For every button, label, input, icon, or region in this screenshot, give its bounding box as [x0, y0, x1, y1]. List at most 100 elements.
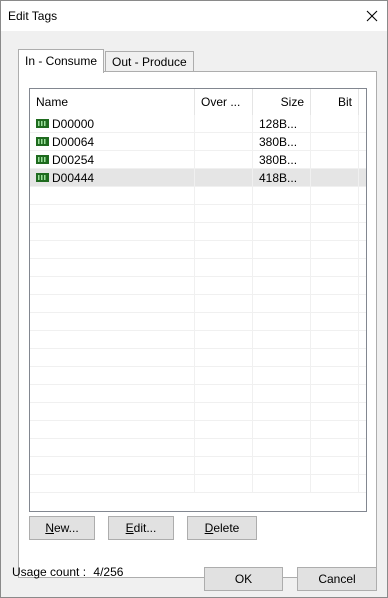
table-row[interactable]: D00000 128B...: [30, 115, 366, 133]
cell-name: [30, 295, 195, 313]
empty-row: [30, 439, 366, 457]
cell-over: [195, 223, 253, 241]
delete-button[interactable]: Delete: [187, 516, 257, 540]
cell-bit: [311, 169, 359, 187]
edit-button-label: dit...: [133, 521, 157, 535]
cell-size: [253, 187, 311, 205]
cell-over: [195, 295, 253, 313]
cell-over: [195, 277, 253, 295]
cell-size: [253, 223, 311, 241]
tag-icon: [36, 137, 49, 147]
cell-name: D00444: [30, 169, 195, 187]
close-icon: [366, 10, 378, 22]
cell-size: [253, 205, 311, 223]
tag-icon: [36, 119, 49, 129]
new-button[interactable]: New...: [29, 516, 95, 540]
cell-name: [30, 385, 195, 403]
empty-row: [30, 331, 366, 349]
cell-over: [195, 349, 253, 367]
cell-size: 380B...: [253, 133, 311, 151]
cell-bit: [311, 439, 359, 457]
tab-in-consume[interactable]: In - Consume: [18, 49, 105, 73]
cell-size: [253, 457, 311, 475]
table-row[interactable]: D00444 418B...: [30, 169, 366, 187]
column-header-over[interactable]: Over ...: [195, 89, 253, 115]
cell-over: [195, 187, 253, 205]
empty-row: [30, 367, 366, 385]
cell-bit: [311, 331, 359, 349]
cell-name: D00064: [30, 133, 195, 151]
cell-bit: [311, 457, 359, 475]
column-header-name[interactable]: Name: [30, 89, 195, 115]
cell-size: [253, 313, 311, 331]
edit-button-mnemonic: E: [125, 521, 134, 535]
cell-over: [195, 331, 253, 349]
cell-over: [195, 115, 253, 133]
edit-button[interactable]: Edit...: [108, 516, 174, 540]
tag-name: D00444: [52, 171, 95, 185]
empty-row: [30, 223, 366, 241]
cell-bit: [311, 313, 359, 331]
cell-over: [195, 241, 253, 259]
cell-name: [30, 457, 195, 475]
column-header-bit[interactable]: Bit: [311, 89, 359, 115]
table-row[interactable]: D00254 380B...: [30, 151, 366, 169]
empty-row: [30, 259, 366, 277]
cell-size: [253, 349, 311, 367]
cancel-button[interactable]: Cancel: [297, 567, 377, 591]
cell-bit: [311, 115, 359, 133]
cell-over: [195, 421, 253, 439]
cell-over: [195, 403, 253, 421]
cell-size: [253, 439, 311, 457]
table-row[interactable]: D00064 380B...: [30, 133, 366, 151]
cell-name: [30, 349, 195, 367]
tab-panel-in-consume: Name Over ... Size Bit D00000 128B... D000…: [18, 71, 377, 578]
cell-size: [253, 259, 311, 277]
column-header-size[interactable]: Size: [253, 89, 311, 115]
cell-name: [30, 313, 195, 331]
tag-name: D00000: [52, 117, 95, 131]
cell-bit: [311, 277, 359, 295]
empty-row: [30, 421, 366, 439]
cell-bit: [311, 205, 359, 223]
cell-name: [30, 475, 195, 493]
tags-list[interactable]: Name Over ... Size Bit D00000 128B... D000…: [29, 88, 367, 512]
delete-button-mnemonic: D: [204, 521, 214, 535]
empty-row: [30, 313, 366, 331]
tab-out-produce[interactable]: Out - Produce: [105, 51, 194, 72]
cell-size: 418B...: [253, 169, 311, 187]
cell-bit: [311, 223, 359, 241]
cell-bit: [311, 241, 359, 259]
cell-bit: [311, 259, 359, 277]
usage-count-value: 4/256: [93, 565, 124, 579]
cell-bit: [311, 151, 359, 169]
tag-icon: [36, 173, 49, 183]
cell-bit: [311, 475, 359, 493]
cell-size: [253, 295, 311, 313]
new-button-label: ew...: [53, 521, 79, 535]
cell-over: [195, 457, 253, 475]
empty-row: [30, 385, 366, 403]
cell-bit: [311, 187, 359, 205]
cell-over: [195, 205, 253, 223]
cell-size: [253, 277, 311, 295]
cell-over: [195, 169, 253, 187]
cell-size: [253, 331, 311, 349]
cell-over: [195, 259, 253, 277]
ok-button[interactable]: OK: [204, 567, 283, 591]
cell-name: [30, 367, 195, 385]
cell-over: [195, 133, 253, 151]
empty-row: [30, 205, 366, 223]
cell-name: [30, 421, 195, 439]
cell-bit: [311, 385, 359, 403]
empty-row: [30, 475, 366, 493]
tag-icon: [36, 155, 49, 165]
cell-bit: [311, 367, 359, 385]
cell-name: [30, 223, 195, 241]
list-header: Name Over ... Size Bit: [30, 89, 366, 115]
cell-over: [195, 151, 253, 169]
close-button[interactable]: [357, 1, 387, 31]
empty-row: [30, 277, 366, 295]
cell-name: [30, 259, 195, 277]
cell-size: [253, 475, 311, 493]
